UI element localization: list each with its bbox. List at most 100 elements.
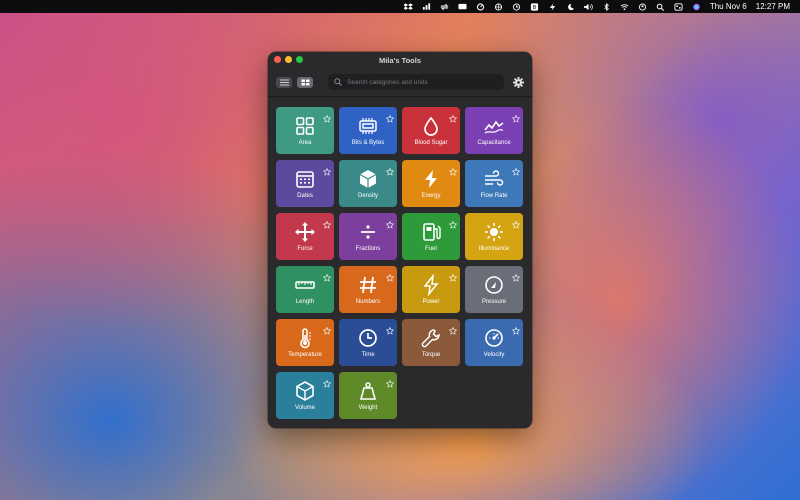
svg-text:B: B <box>533 5 537 11</box>
title-bar: Mila's Tools <box>268 52 532 68</box>
search-field[interactable] <box>328 74 504 90</box>
star-icon[interactable] <box>322 163 332 176</box>
tile-energy[interactable]: Energy <box>402 160 460 207</box>
tile-density[interactable]: Density <box>339 160 397 207</box>
calendar-icon <box>294 168 316 190</box>
star-icon[interactable] <box>448 110 458 123</box>
search-input[interactable] <box>347 78 497 86</box>
star-icon[interactable] <box>322 216 332 229</box>
wifi-icon[interactable] <box>620 3 629 11</box>
star-icon[interactable] <box>448 163 458 176</box>
menubar-date[interactable]: Thu Nov 6 <box>710 0 747 13</box>
tile-dates[interactable]: Dates <box>276 160 334 207</box>
star-icon[interactable] <box>511 216 521 229</box>
star-icon[interactable] <box>385 163 395 176</box>
tile-label: Density <box>357 193 378 199</box>
list-view-button[interactable] <box>276 76 292 88</box>
star-icon[interactable] <box>385 322 395 335</box>
star-icon[interactable] <box>385 269 395 282</box>
tile-fuel[interactable]: Fuel <box>402 213 460 260</box>
tile-label: Pressure <box>481 299 506 305</box>
dropbox-icon[interactable] <box>403 2 413 11</box>
tile-flow-rate[interactable]: Flow Rate <box>465 160 523 207</box>
bluetooth-icon[interactable] <box>602 2 611 11</box>
star-icon[interactable] <box>322 269 332 282</box>
star-icon[interactable] <box>511 322 521 335</box>
tile-capacitance[interactable]: Capacitance <box>465 107 523 154</box>
gauge-icon <box>483 274 505 296</box>
tile-volume[interactable]: Volume <box>276 372 334 419</box>
star-icon[interactable] <box>385 375 395 388</box>
tile-numbers[interactable]: Numbers <box>339 266 397 313</box>
b-app-icon[interactable]: B <box>530 2 539 11</box>
tile-label: Time <box>361 352 375 358</box>
sync-icon[interactable] <box>440 3 449 11</box>
tile-label: Energy <box>421 193 441 199</box>
box-icon <box>294 380 316 402</box>
tile-label: Volume <box>294 405 315 411</box>
tile-blood-sugar[interactable]: Blood Sugar <box>402 107 460 154</box>
tile-bits-bytes[interactable]: Bits & Bytes <box>339 107 397 154</box>
tile-label: Fractions <box>355 246 381 252</box>
star-icon[interactable] <box>448 269 458 282</box>
traffic-lights <box>274 56 303 63</box>
zoom-button[interactable] <box>296 56 303 63</box>
tile-label: Illuminance <box>478 246 510 252</box>
star-icon[interactable] <box>322 322 332 335</box>
star-icon[interactable] <box>322 110 332 123</box>
tile-label: Velocity <box>483 352 505 358</box>
star-icon[interactable] <box>511 110 521 123</box>
tile-weight[interactable]: Weight <box>339 372 397 419</box>
area-icon <box>294 115 316 137</box>
music-icon[interactable] <box>422 2 431 11</box>
star-icon[interactable] <box>385 110 395 123</box>
tile-label: Weight <box>358 405 378 411</box>
weight-icon <box>357 380 379 402</box>
tile-area[interactable]: Area <box>276 107 334 154</box>
hash-icon <box>357 274 379 296</box>
volume-icon[interactable] <box>583 3 593 11</box>
star-icon[interactable] <box>511 163 521 176</box>
tile-label: Numbers <box>355 299 381 305</box>
tile-illuminance[interactable]: Illuminance <box>465 213 523 260</box>
star-icon[interactable] <box>448 216 458 229</box>
close-button[interactable] <box>274 56 281 63</box>
power-bolt-icon <box>420 274 442 296</box>
toolbar <box>268 68 532 97</box>
tile-torque[interactable]: Torque <box>402 319 460 366</box>
tile-length[interactable]: Length <box>276 266 334 313</box>
tile-velocity[interactable]: Velocity <box>465 319 523 366</box>
tile-pressure[interactable]: Pressure <box>465 266 523 313</box>
tile-label: Length <box>295 299 315 305</box>
star-icon[interactable] <box>322 375 332 388</box>
bolt-icon[interactable] <box>548 2 557 11</box>
settings-button[interactable] <box>513 76 524 88</box>
minimize-button[interactable] <box>285 56 292 63</box>
thermometer-icon <box>294 327 316 349</box>
tile-force[interactable]: Force <box>276 213 334 260</box>
tile-fractions[interactable]: Fractions <box>339 213 397 260</box>
tile-temperature[interactable]: Temperature <box>276 319 334 366</box>
star-icon[interactable] <box>385 216 395 229</box>
sun-icon <box>483 221 505 243</box>
tile-power[interactable]: Power <box>402 266 460 313</box>
display-icon[interactable] <box>458 3 467 11</box>
siri-icon[interactable] <box>692 3 701 11</box>
grid-icon <box>301 79 309 85</box>
tile-label: Dates <box>297 193 313 199</box>
star-icon[interactable] <box>448 322 458 335</box>
menubar-time[interactable]: 12:27 PM <box>756 0 790 13</box>
clock-icon[interactable] <box>512 2 521 11</box>
search-icon[interactable] <box>656 3 665 11</box>
speedometer-icon[interactable] <box>476 2 485 11</box>
tile-label: Area <box>298 140 312 146</box>
star-icon[interactable] <box>511 269 521 282</box>
category-grid: Area Bits & Bytes Blood Sugar Capacitance Da… <box>276 107 523 419</box>
control-center-icon[interactable] <box>674 2 683 11</box>
tile-label: Flow Rate <box>480 193 508 199</box>
grid-view-button[interactable] <box>297 76 313 88</box>
tile-time[interactable]: Time <box>339 319 397 366</box>
globe-icon[interactable] <box>494 2 503 11</box>
user-icon[interactable] <box>638 2 647 11</box>
moon-icon[interactable] <box>566 3 575 11</box>
